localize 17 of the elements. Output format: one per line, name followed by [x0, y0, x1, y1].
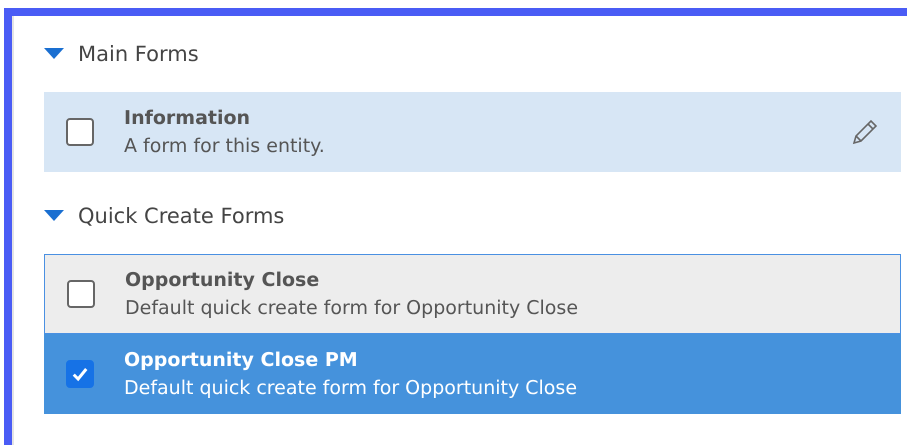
form-row[interactable]: Information A form for this entity. — [44, 92, 901, 172]
form-name: Information — [124, 107, 252, 129]
caret-icon[interactable] — [44, 48, 64, 60]
checkbox[interactable] — [67, 280, 95, 308]
section-title: Main Forms — [78, 42, 199, 66]
form-description: Default quick create form for Opportunity Close — [125, 297, 580, 319]
form-name: Opportunity Close PM — [124, 349, 359, 371]
form-name: Opportunity Close — [125, 269, 320, 291]
checkbox[interactable] — [66, 118, 94, 146]
form-row[interactable]: Opportunity Close PM Default quick create form for Opportunity Close — [44, 334, 901, 414]
pencil-icon[interactable] — [851, 118, 879, 146]
checkbox[interactable] — [66, 360, 94, 388]
form-description: Default quick create form for Opportunity Close — [124, 377, 578, 399]
caret-icon[interactable] — [44, 210, 64, 222]
form-row[interactable]: Opportunity Close Default quick create form for Opportunity Close — [44, 254, 901, 334]
form-description: A form for this entity. — [124, 135, 326, 157]
section-title: Quick Create Forms — [78, 204, 284, 228]
